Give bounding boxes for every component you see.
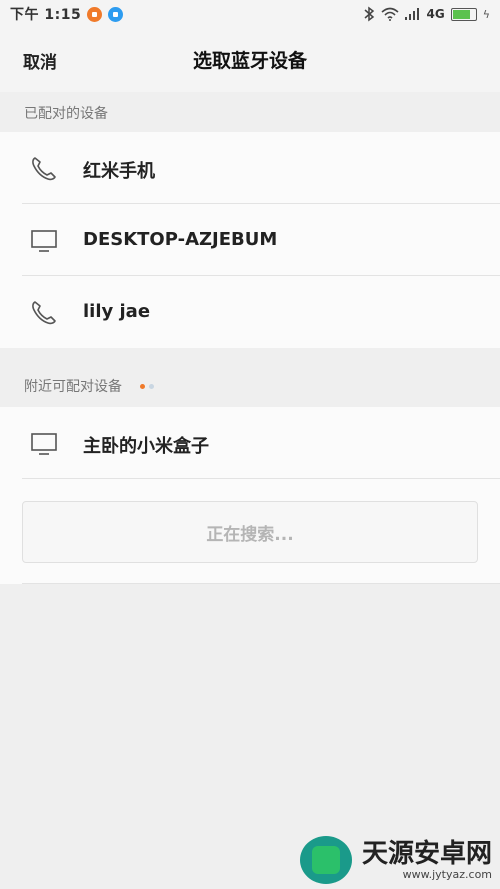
- watermark-name: 天源安卓网: [362, 838, 493, 869]
- watermark-logo-icon: [300, 836, 352, 884]
- monitor-icon: [31, 230, 57, 252]
- searching-button[interactable]: 正在搜索...: [22, 501, 478, 563]
- device-name: DESKTOP-AZJEBUM: [83, 229, 278, 250]
- app-notification-icon: [87, 6, 103, 22]
- network-type: 4G: [426, 7, 445, 21]
- bluetooth-icon: [364, 6, 374, 22]
- page-title: 选取蓝牙设备: [192, 50, 307, 72]
- paired-device-list: 红米手机 DESKTOP-AZJEBUM lily jae: [0, 132, 500, 348]
- divider: [22, 583, 500, 584]
- charging-icon: ϟ: [482, 7, 490, 21]
- watermark: 天源安卓网 www.jytyaz.com: [300, 836, 492, 884]
- device-name: 主卧的小米盒子: [83, 436, 209, 457]
- app-notification-icon: [108, 6, 124, 22]
- status-icons: 4G ϟ: [363, 6, 490, 22]
- wifi-icon: [381, 7, 399, 21]
- device-name: lily jae: [83, 301, 151, 322]
- paired-section-title: 已配对的设备: [24, 106, 108, 122]
- divider: [22, 478, 500, 479]
- device-name: 红米手机: [83, 161, 155, 182]
- watermark-url: www.jytyaz.com: [402, 867, 493, 881]
- list-item[interactable]: lily jae: [0, 276, 500, 348]
- scanning-indicator-icon: [140, 383, 154, 389]
- nearby-section-header: 附近可配对设备: [24, 376, 154, 396]
- list-item[interactable]: 主卧的小米盒子: [0, 407, 500, 479]
- nearby-device-list: 主卧的小米盒子 正在搜索...: [0, 407, 500, 584]
- monitor-icon: [31, 433, 57, 455]
- battery-icon: [450, 7, 477, 21]
- nearby-section-title: 附近可配对设备: [24, 379, 122, 395]
- phone-icon: [32, 157, 56, 181]
- status-bar: 下午 1:15 4G ϟ: [0, 0, 500, 28]
- signal-icon: [404, 8, 419, 20]
- header: 取消 选取蓝牙设备: [0, 28, 500, 92]
- status-time: 下午 1:15: [10, 7, 82, 23]
- phone-icon: [32, 301, 56, 325]
- list-item[interactable]: DESKTOP-AZJEBUM: [0, 204, 500, 276]
- list-item[interactable]: 红米手机: [0, 132, 500, 204]
